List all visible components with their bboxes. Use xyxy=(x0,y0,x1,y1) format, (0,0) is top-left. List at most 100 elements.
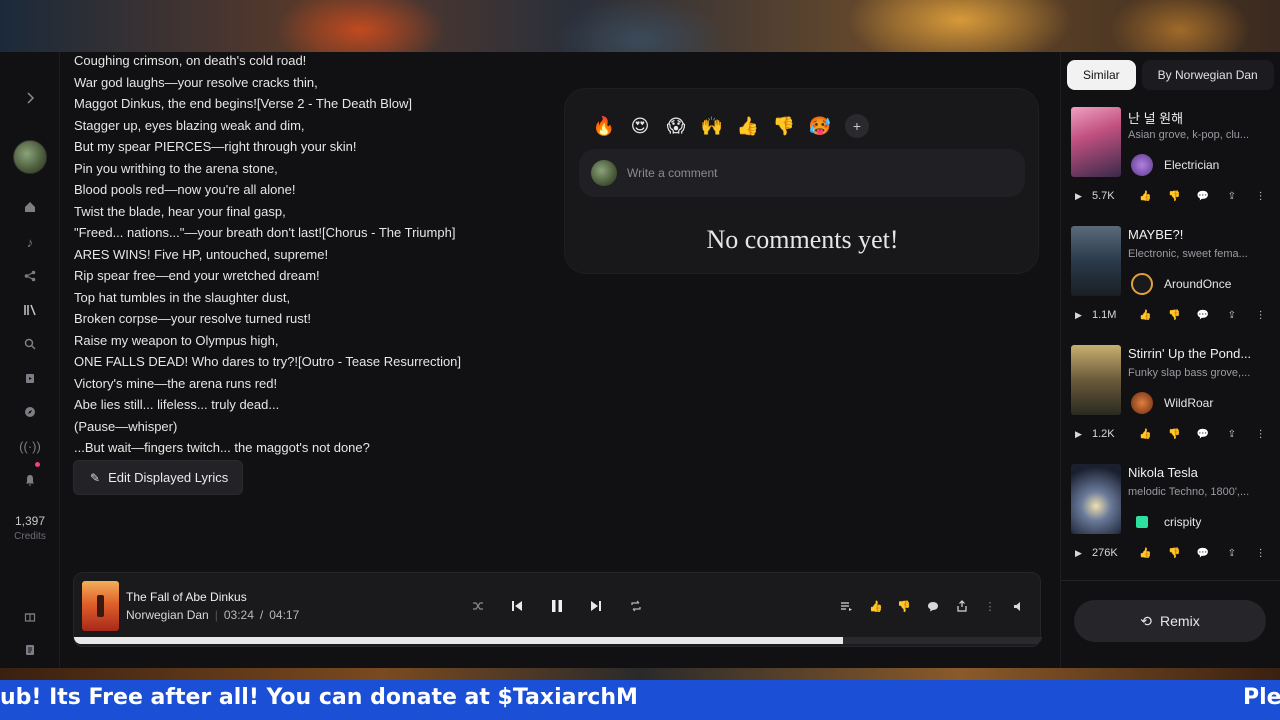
progress-bar[interactable] xyxy=(74,637,1042,644)
repeat-icon[interactable] xyxy=(625,595,647,617)
comment-icon[interactable]: 💬 xyxy=(1189,429,1218,440)
dislike-icon[interactable]: 👎 xyxy=(893,595,915,617)
like-icon[interactable]: 👍 xyxy=(1131,310,1160,321)
next-track-icon[interactable] xyxy=(585,595,607,617)
track-cover-art[interactable] xyxy=(82,581,119,631)
add-reaction-button[interactable]: + xyxy=(845,114,869,138)
remix-button[interactable]: ⟲ Remix xyxy=(1074,600,1266,642)
dislike-icon[interactable]: 👎 xyxy=(1160,191,1189,202)
play-icon[interactable]: ▶ xyxy=(1075,310,1088,321)
music-note-icon[interactable]: ♪ xyxy=(20,232,40,252)
song-thumbnail[interactable] xyxy=(1071,345,1121,415)
comment-input[interactable]: Write a comment xyxy=(579,149,1025,197)
lyric-line: Blood pools red—now you're all alone! xyxy=(74,182,296,197)
song-artist[interactable]: Electrician xyxy=(1164,158,1219,172)
more-options-icon[interactable]: ⋮ xyxy=(979,595,1001,617)
reaction-emoji-2[interactable]: 😱 xyxy=(663,113,689,139)
more-options-icon[interactable]: ⋮ xyxy=(1246,429,1275,440)
song-artist[interactable]: AroundOnce xyxy=(1164,277,1231,291)
song-thumbnail[interactable] xyxy=(1071,464,1121,534)
tab-similar[interactable]: Similar xyxy=(1067,60,1136,90)
song-description: Electronic, sweet fema... xyxy=(1128,248,1248,260)
artist-avatar[interactable] xyxy=(1131,392,1153,414)
share-upload-icon[interactable]: ⇪ xyxy=(1217,548,1246,559)
reaction-emoji-1[interactable]: 😍 xyxy=(627,113,653,139)
comment-icon[interactable]: 💬 xyxy=(1189,548,1218,559)
list-item[interactable]: MAYBE?! Electronic, sweet fema... Around… xyxy=(1071,226,1276,336)
comment-icon[interactable]: 💬 xyxy=(1189,191,1218,202)
song-artist[interactable]: WildRoar xyxy=(1164,396,1213,410)
comment-icon[interactable] xyxy=(922,595,944,617)
time-separator: / xyxy=(259,608,264,622)
document-icon[interactable] xyxy=(20,640,40,660)
ticker-text-continued: Ple xyxy=(1243,685,1280,710)
like-icon[interactable]: 👍 xyxy=(865,595,887,617)
search-icon[interactable] xyxy=(20,334,40,354)
list-item[interactable]: 난 널 원해 Asian grove, k-pop, clu... Electr… xyxy=(1071,107,1276,217)
lyric-line: Pin you writhing to the arena stone, xyxy=(74,160,278,176)
previous-track-icon[interactable] xyxy=(506,595,528,617)
song-title[interactable]: MAYBE?! xyxy=(1128,227,1268,242)
play-count: 1.2K xyxy=(1092,428,1115,440)
notification-bell-icon[interactable] xyxy=(20,470,40,490)
user-avatar[interactable] xyxy=(13,140,47,174)
playlist-icon[interactable] xyxy=(20,368,40,388)
expand-chevron-icon[interactable] xyxy=(20,88,40,108)
credits-label: Credits xyxy=(14,531,46,542)
share-icon[interactable] xyxy=(20,266,40,286)
share-upload-icon[interactable]: ⇪ xyxy=(1217,429,1246,440)
track-artist[interactable]: Norwegian Dan xyxy=(126,608,209,622)
reaction-emoji-6[interactable]: 🥵 xyxy=(807,113,833,139)
reaction-emoji-4[interactable]: 👍 xyxy=(735,113,761,139)
play-icon[interactable]: ▶ xyxy=(1075,191,1088,202)
share-upload-icon[interactable] xyxy=(951,595,973,617)
more-options-icon[interactable]: ⋮ xyxy=(1246,310,1275,321)
reaction-emoji-3[interactable]: 🙌 xyxy=(699,113,725,139)
artist-avatar[interactable] xyxy=(1131,154,1153,176)
dislike-icon[interactable]: 👎 xyxy=(1160,429,1189,440)
volume-icon[interactable] xyxy=(1007,595,1029,617)
like-icon[interactable]: 👍 xyxy=(1131,191,1160,202)
song-thumbnail[interactable] xyxy=(1071,107,1121,177)
share-upload-icon[interactable]: ⇪ xyxy=(1217,191,1246,202)
dislike-icon[interactable]: 👎 xyxy=(1160,548,1189,559)
like-icon[interactable]: 👍 xyxy=(1131,429,1160,440)
edit-lyrics-button[interactable]: ✎ Edit Displayed Lyrics xyxy=(73,460,244,495)
explore-compass-icon[interactable] xyxy=(20,402,40,422)
tab-by-artist[interactable]: By Norwegian Dan xyxy=(1141,60,1274,90)
song-actions: ▶ 1.2K 👍 👎 💬 ⇪ ⋮ xyxy=(1075,428,1275,440)
home-icon[interactable] xyxy=(20,197,40,217)
shuffle-icon[interactable] xyxy=(467,595,489,617)
right-panel: Similar By Norwegian Dan 난 널 원해 Asian gr… xyxy=(1060,52,1280,668)
play-icon[interactable]: ▶ xyxy=(1075,548,1088,559)
lyric-line: ARES WINS! Five HP, untouched, supreme! xyxy=(74,246,329,262)
artist-avatar[interactable] xyxy=(1136,516,1148,528)
gift-icon[interactable] xyxy=(20,606,40,626)
track-title[interactable]: The Fall of Abe Dinkus xyxy=(126,590,247,604)
notification-dot xyxy=(35,462,40,467)
song-thumbnail[interactable] xyxy=(1071,226,1121,296)
share-upload-icon[interactable]: ⇪ xyxy=(1217,310,1246,321)
list-item[interactable]: Nikola Tesla melodic Techno, 1800',... c… xyxy=(1071,464,1276,574)
more-options-icon[interactable]: ⋮ xyxy=(1246,191,1275,202)
radio-broadcast-icon[interactable]: ((·)) xyxy=(19,436,41,456)
dislike-icon[interactable]: 👎 xyxy=(1160,310,1189,321)
play-count: 276K xyxy=(1092,547,1118,559)
song-artist[interactable]: crispity xyxy=(1164,515,1201,529)
library-icon[interactable] xyxy=(20,300,40,320)
empty-comments-message: No comments yet! xyxy=(706,225,899,254)
artist-avatar[interactable] xyxy=(1131,273,1153,295)
pause-icon[interactable] xyxy=(546,595,568,617)
more-options-icon[interactable]: ⋮ xyxy=(1246,548,1275,559)
like-icon[interactable]: 👍 xyxy=(1131,548,1160,559)
queue-icon[interactable] xyxy=(835,595,857,617)
song-description: Funky slap bass grove,... xyxy=(1128,367,1251,379)
comment-icon[interactable]: 💬 xyxy=(1189,310,1218,321)
play-icon[interactable]: ▶ xyxy=(1075,429,1088,440)
reaction-emoji-5[interactable]: 👎 xyxy=(771,113,797,139)
song-title[interactable]: Nikola Tesla xyxy=(1128,465,1268,480)
list-item[interactable]: Stirrin' Up the Pond... Funky slap bass … xyxy=(1071,345,1276,455)
reaction-emoji-0[interactable]: 🔥 xyxy=(591,113,617,139)
song-title[interactable]: 난 널 원해 xyxy=(1128,108,1268,127)
song-title[interactable]: Stirrin' Up the Pond... xyxy=(1128,346,1268,361)
